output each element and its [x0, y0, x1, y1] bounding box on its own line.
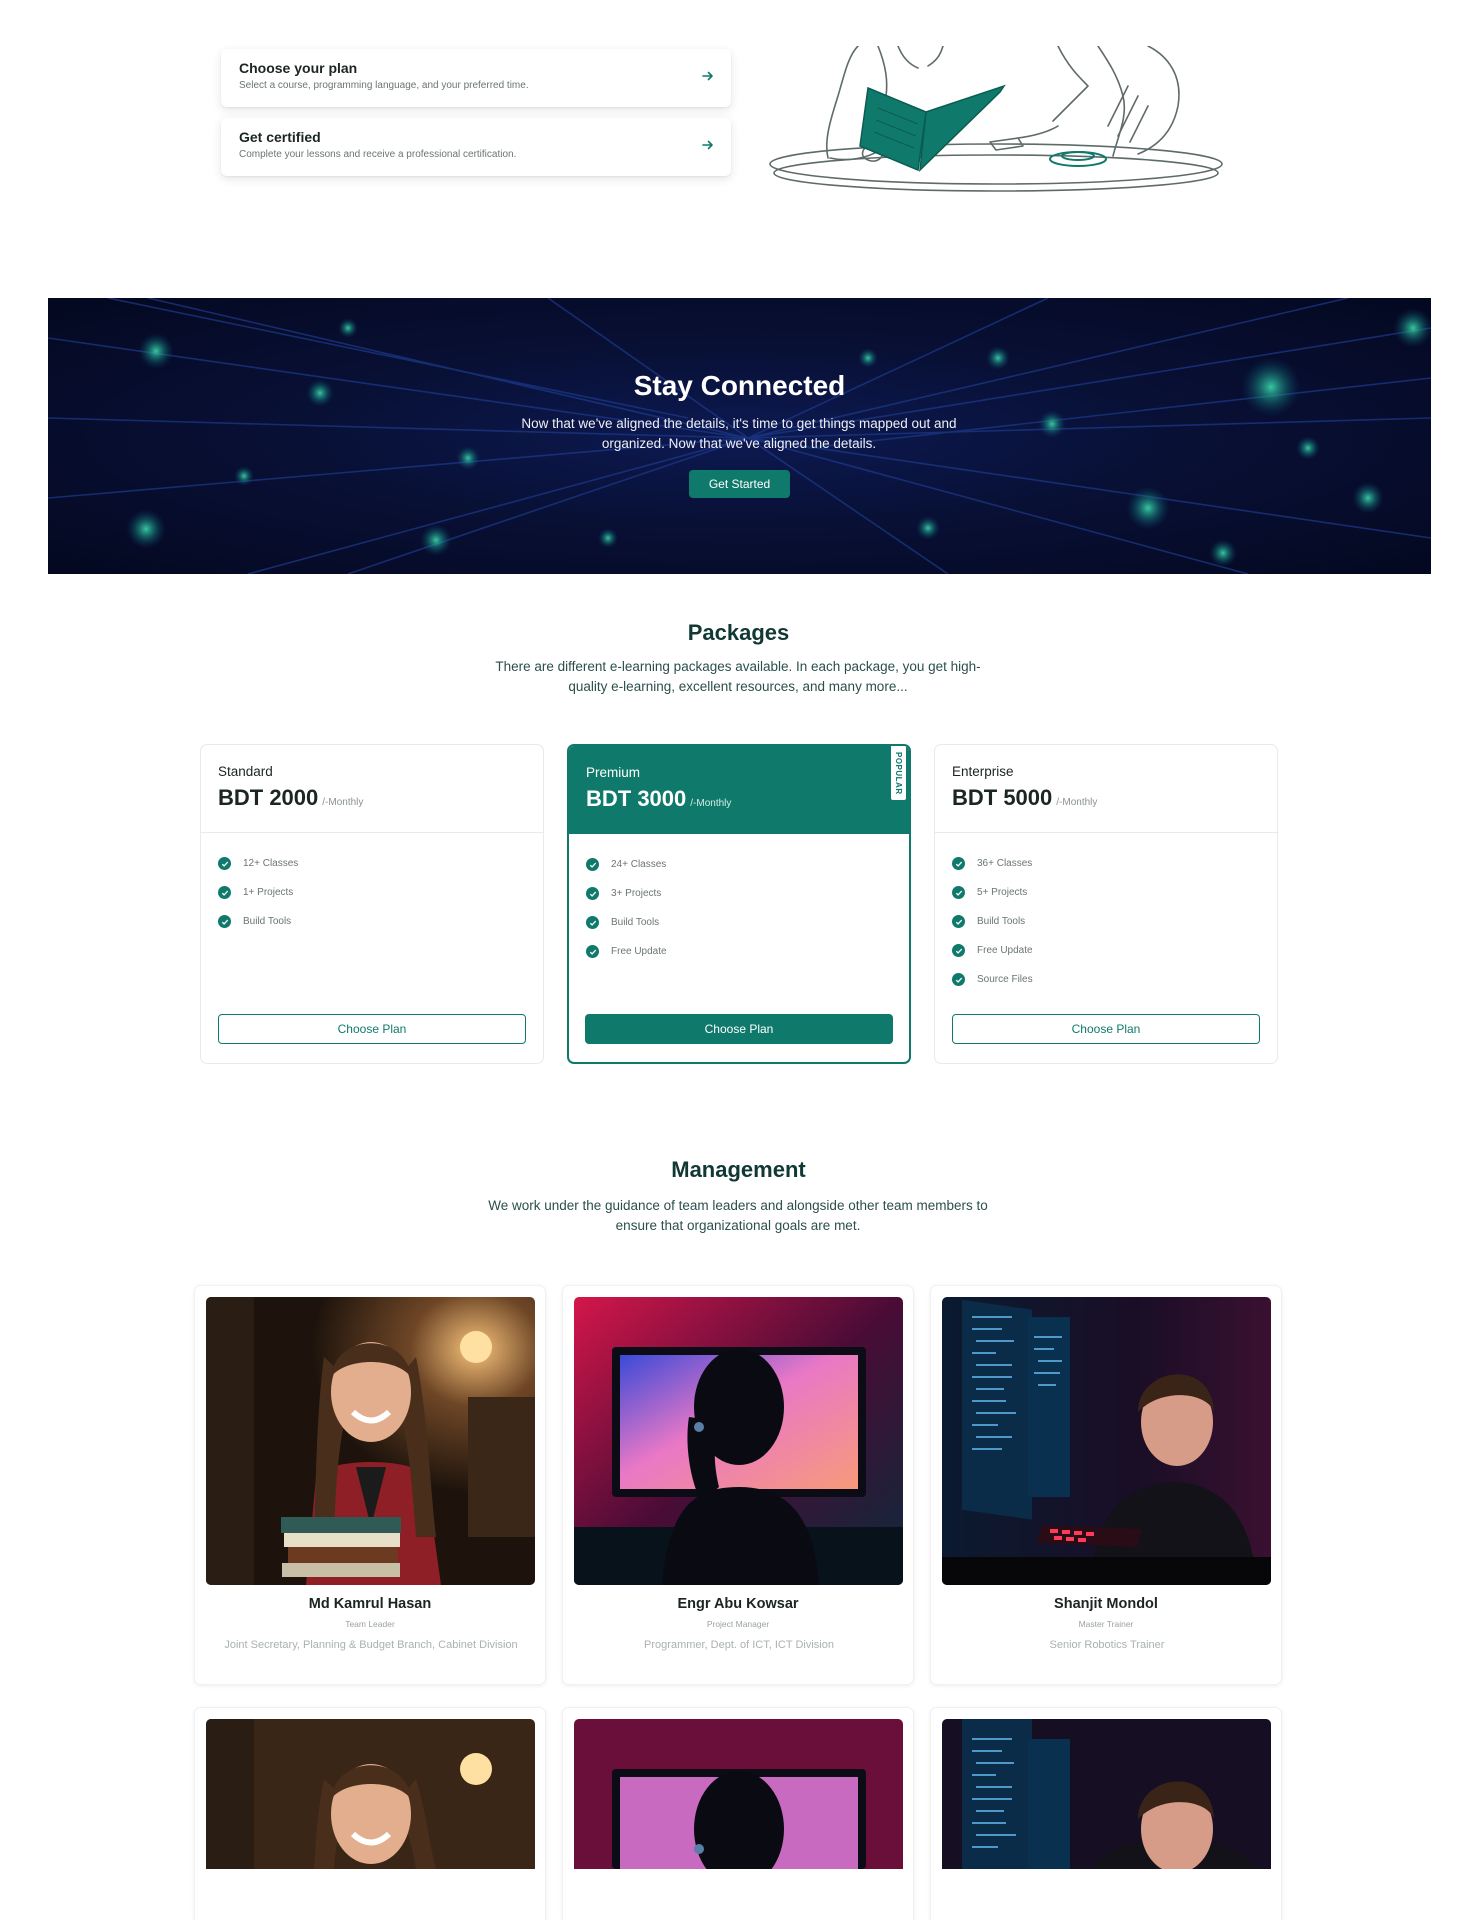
member-description: Programmer, Dept. of ICT, ICT Division	[644, 1639, 834, 1651]
choose-plan-button[interactable]: Choose Plan	[218, 1014, 526, 1044]
feature-list: 12+ Classes 1+ Projects Build Tools	[201, 833, 543, 936]
feature-item: 24+ Classes	[586, 850, 892, 879]
member-photo	[942, 1297, 1271, 1585]
plan-name: Standard	[218, 764, 273, 779]
team-member-card[interactable]	[562, 1707, 914, 1920]
popular-badge: POPULAR	[891, 746, 906, 800]
choose-plan-button[interactable]: Choose Plan	[952, 1014, 1260, 1044]
member-description: Joint Secretary, Planning & Budget Branc…	[224, 1639, 518, 1651]
feature-label: 3+ Projects	[611, 888, 662, 899]
feature-item: 36+ Classes	[952, 849, 1260, 878]
feature-label: 24+ Classes	[611, 859, 667, 870]
feature-item: Source Files	[952, 965, 1260, 994]
check-circle-icon	[218, 886, 231, 899]
management-title: Management	[671, 1157, 806, 1182]
feature-label: 1+ Projects	[243, 887, 294, 898]
member-photo	[574, 1297, 903, 1585]
step-title: Get certified	[239, 129, 321, 145]
management-subtitle: We work under the guidance of team leade…	[488, 1198, 988, 1233]
step-title: Choose your plan	[239, 60, 358, 76]
feature-label: Free Update	[611, 946, 667, 957]
step-card-choose-plan[interactable]: Choose your plan Select a course, progra…	[221, 49, 731, 107]
packages-title: Packages	[687, 620, 790, 645]
plan-header: POPULAR Premium BDT 3000/-Monthly	[569, 746, 909, 834]
plan-card-premium: POPULAR Premium BDT 3000/-Monthly 24+ Cl…	[567, 744, 911, 1064]
get-started-button[interactable]: Get Started	[689, 470, 790, 498]
member-name: Engr Abu Kowsar	[677, 1596, 799, 1612]
plan-name: Premium	[586, 765, 641, 780]
member-name: Shanjit Mondol	[1054, 1596, 1158, 1612]
check-circle-icon	[586, 858, 599, 871]
feature-item: Free Update	[586, 937, 892, 966]
feature-label: Build Tools	[611, 917, 660, 928]
team-member-card[interactable]	[930, 1707, 1282, 1920]
plan-price: BDT 2000/-Monthly	[218, 785, 526, 811]
feature-item: Free Update	[952, 936, 1260, 965]
feature-item: Build Tools	[952, 907, 1260, 936]
check-circle-icon	[218, 915, 231, 928]
price-amount: BDT 3000	[586, 786, 687, 811]
feature-label: Source Files	[977, 974, 1033, 985]
member-description: Senior Robotics Trainer	[1049, 1639, 1165, 1651]
feature-item: 3+ Projects	[586, 879, 892, 908]
team-member-card[interactable]: Shanjit Mondol Master Trainer Senior Rob…	[930, 1285, 1282, 1685]
plan-name: Enterprise	[952, 764, 1014, 779]
arrow-right-icon[interactable]	[701, 138, 715, 152]
check-circle-icon	[952, 915, 965, 928]
check-circle-icon	[586, 916, 599, 929]
check-circle-icon	[218, 857, 231, 870]
price-period: /-Monthly	[1056, 797, 1098, 808]
member-role: Project Manager	[706, 1619, 770, 1629]
check-circle-icon	[952, 944, 965, 957]
team-member-card[interactable]	[194, 1707, 546, 1920]
feature-item: 5+ Projects	[952, 878, 1260, 907]
step-card-get-certified[interactable]: Get certified Complete your lessons and …	[221, 118, 731, 176]
member-role: Team Leader	[345, 1619, 395, 1629]
team-member-card[interactable]: Engr Abu Kowsar Project Manager Programm…	[562, 1285, 914, 1685]
plan-header: Standard BDT 2000/-Monthly	[201, 745, 543, 833]
check-circle-icon	[952, 857, 965, 870]
feature-list: 36+ Classes 5+ Projects Build Tools Free…	[935, 833, 1277, 994]
feature-item: 1+ Projects	[218, 878, 526, 907]
feature-item: Build Tools	[218, 907, 526, 936]
price-amount: BDT 2000	[218, 785, 319, 810]
price-period: /-Monthly	[322, 797, 364, 808]
feature-list: 24+ Classes 3+ Projects Build Tools Free…	[569, 834, 909, 966]
plan-price: BDT 3000/-Monthly	[586, 786, 892, 812]
hero-text: Now that we've aligned the details, it's…	[521, 416, 957, 451]
step-description: Complete your lessons and receive a prof…	[239, 149, 517, 160]
meeting-illustration	[769, 46, 1223, 192]
plan-header: Enterprise BDT 5000/-Monthly	[935, 745, 1277, 833]
packages-subtitle: There are different e-learning packages …	[495, 659, 981, 694]
feature-label: 12+ Classes	[243, 858, 299, 869]
member-photo	[574, 1719, 903, 1869]
member-photo	[942, 1719, 1271, 1869]
price-amount: BDT 5000	[952, 785, 1053, 810]
check-circle-icon	[952, 886, 965, 899]
price-period: /-Monthly	[690, 798, 732, 809]
feature-label: Build Tools	[243, 916, 292, 927]
choose-plan-button[interactable]: Choose Plan	[585, 1014, 893, 1044]
feature-label: 36+ Classes	[977, 858, 1033, 869]
feature-item: 12+ Classes	[218, 849, 526, 878]
arrow-right-icon[interactable]	[701, 69, 715, 83]
hero-title: Stay Connected	[633, 370, 846, 401]
plan-card-enterprise: Enterprise BDT 5000/-Monthly 36+ Classes…	[934, 744, 1278, 1064]
member-name: Md Kamrul Hasan	[308, 1596, 432, 1612]
member-role: Master Trainer	[1078, 1619, 1134, 1629]
member-photo	[206, 1297, 535, 1585]
check-circle-icon	[586, 945, 599, 958]
plan-price: BDT 5000/-Monthly	[952, 785, 1260, 811]
feature-label: Free Update	[977, 945, 1033, 956]
feature-label: 5+ Projects	[977, 887, 1028, 898]
member-photo	[206, 1719, 535, 1869]
check-circle-icon	[952, 973, 965, 986]
step-description: Select a course, programming language, a…	[239, 80, 529, 91]
team-member-card[interactable]: Md Kamrul Hasan Team Leader Joint Secret…	[194, 1285, 546, 1685]
feature-item: Build Tools	[586, 908, 892, 937]
feature-label: Build Tools	[977, 916, 1026, 927]
plan-card-standard: Standard BDT 2000/-Monthly 12+ Classes 1…	[200, 744, 544, 1064]
check-circle-icon	[586, 887, 599, 900]
stay-connected-banner: Stay Connected Now that we've aligned th…	[48, 298, 1431, 574]
